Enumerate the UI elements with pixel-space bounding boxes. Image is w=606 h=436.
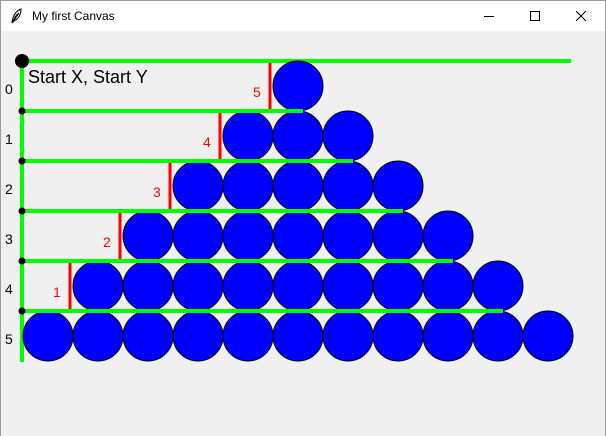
row-label: 4	[5, 281, 13, 297]
pyramid-circle	[322, 310, 374, 362]
row-start-dot	[18, 107, 26, 115]
app-window: My first Canvas Start X, Start Y 5 4 3 2 1 0 1 2…	[0, 0, 606, 436]
pyramid-circle	[522, 310, 574, 362]
row-start-dot	[18, 307, 26, 315]
maximize-icon	[530, 11, 540, 21]
pyramid-circle	[372, 310, 424, 362]
offset-label: 1	[53, 284, 61, 300]
pyramid-circle	[172, 310, 224, 362]
canvas-scene: Start X, Start Y 5 4 3 2 1 0 1 2 3 4 5	[1, 31, 605, 436]
close-button[interactable]	[558, 1, 604, 31]
row-start-dot	[18, 207, 26, 215]
pyramid-circle	[372, 260, 424, 312]
row-start-dot	[18, 257, 26, 265]
row-start-dot	[18, 157, 26, 165]
offset-label: 5	[253, 84, 261, 100]
pyramid-circle	[72, 310, 124, 362]
pyramid-circle	[372, 160, 424, 212]
row-label: 3	[5, 231, 13, 247]
pyramid-circle	[222, 310, 274, 362]
drawing-canvas[interactable]: Start X, Start Y 5 4 3 2 1 0 1 2 3 4 5	[1, 31, 605, 436]
pyramid-circle	[122, 310, 174, 362]
start-point-dot	[15, 54, 29, 68]
pyramid-circle	[172, 260, 224, 312]
pyramid-circle	[272, 260, 324, 312]
row-label: 0	[5, 81, 13, 97]
offset-label: 2	[103, 234, 111, 250]
pyramid-circle	[472, 310, 524, 362]
pyramid-circle	[122, 260, 174, 312]
pyramid-circle	[172, 160, 224, 212]
pyramid-circle	[222, 160, 274, 212]
pyramid-circle	[322, 260, 374, 312]
title-bar[interactable]: My first Canvas	[1, 1, 605, 31]
pyramid-circle	[72, 260, 124, 312]
pyramid-circle	[122, 210, 174, 262]
window-title: My first Canvas	[32, 9, 115, 23]
pyramid-circle	[322, 210, 374, 262]
pyramid-circle	[272, 310, 324, 362]
pyramid-circle	[422, 260, 474, 312]
pyramid-circle	[422, 210, 474, 262]
pyramid-circle	[272, 160, 324, 212]
row-label: 1	[5, 131, 13, 147]
pyramid-circle	[372, 210, 424, 262]
pyramid-circle	[322, 110, 374, 162]
offset-label: 4	[203, 134, 211, 150]
row-label: 5	[5, 331, 13, 347]
pyramid-circle	[272, 110, 324, 162]
row-label: 2	[5, 181, 13, 197]
pyramid-circle	[222, 260, 274, 312]
pyramid-circle	[22, 310, 74, 362]
minimize-button[interactable]	[466, 1, 512, 31]
pyramid-circle	[472, 260, 524, 312]
pyramid-circle	[172, 210, 224, 262]
maximize-button[interactable]	[512, 1, 558, 31]
pyramid-circle	[222, 110, 274, 162]
feather-icon	[9, 8, 25, 24]
pyramid-circle	[422, 310, 474, 362]
pyramid-circle	[322, 160, 374, 212]
offset-label: 3	[153, 184, 161, 200]
pyramid-circle	[272, 210, 324, 262]
minimize-icon	[484, 16, 494, 17]
pyramid-circle	[272, 60, 324, 112]
pyramid-circle	[222, 210, 274, 262]
start-label: Start X, Start Y	[28, 67, 148, 87]
close-icon	[576, 11, 586, 21]
